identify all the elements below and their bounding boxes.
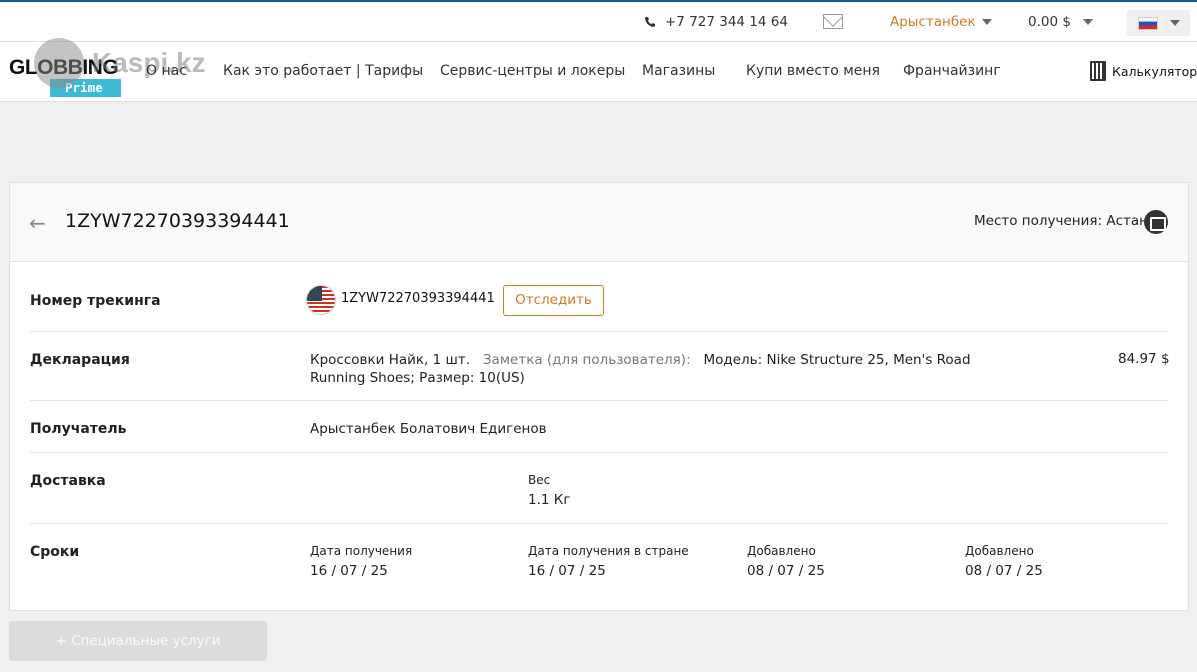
date-received-country-value: 16 / 07 / 25 [528, 563, 606, 579]
weight-value: 1.1 Кг [528, 492, 571, 508]
language-selector[interactable] [1127, 10, 1190, 36]
mail-icon[interactable] [823, 14, 843, 29]
pickup-location: Место получения: Астана [974, 213, 1157, 229]
calculator-link[interactable]: Калькулятор [1090, 61, 1197, 81]
declaration-price: 84.97 $ [1118, 351, 1170, 367]
date-added-label: Добавлено [965, 544, 1034, 558]
balance[interactable]: 0.00 $ [1028, 14, 1071, 30]
divider [30, 331, 1168, 332]
recipient-name: Арыстанбек Болатович Едигенов [310, 421, 547, 437]
track-button[interactable]: Отследить [503, 285, 604, 316]
date-added-value: 08 / 07 / 25 [747, 563, 825, 579]
parcel-card-header: ← 1ZYW72270393394441 Место получения: Ас… [10, 183, 1188, 262]
nav-item-shops[interactable]: Магазины [642, 63, 715, 79]
calculator-label: Калькулятор [1112, 63, 1197, 79]
logo-prime-badge: Prime [50, 79, 121, 97]
date-added-label: Добавлено [747, 544, 816, 558]
nav-item-how-it-works[interactable]: Как это работает | Тарифы [223, 63, 423, 79]
parcel-card: ← 1ZYW72270393394441 Место получения: Ас… [9, 182, 1189, 611]
weight-label: Вес [528, 473, 551, 487]
declaration-note-label: Заметка (для пользователя): [482, 352, 691, 368]
divider [30, 400, 1168, 401]
dates-label: Сроки [30, 544, 80, 560]
chevron-down-icon[interactable] [1083, 19, 1093, 25]
tracking-label: Номер трекинга [30, 293, 161, 309]
recipient-label: Получатель [30, 421, 127, 437]
tracking-number: 1ZYW72270393394441 [341, 291, 495, 306]
nav-item-franchise[interactable]: Франчайзинг [903, 63, 1001, 79]
top-bar: +7 727 344 14 64 Арыстанбек 0.00 $ [0, 0, 1197, 42]
pickup-point-icon [1144, 210, 1168, 234]
russia-flag-icon [1138, 17, 1158, 30]
declaration-label: Декларация [30, 352, 130, 368]
special-services-button[interactable]: + Специальные услуги [9, 621, 267, 661]
nav-item-buy-for-me[interactable]: Купи вместо меня [746, 63, 880, 79]
declaration-item: Кроссовки Найк, 1 шт. [310, 352, 471, 368]
usa-flag-icon [306, 285, 336, 315]
delivery-label: Доставка [30, 473, 106, 489]
chevron-down-icon [1170, 20, 1180, 26]
user-menu[interactable]: Арыстанбек [890, 14, 976, 30]
main-nav: GLOBBING Prime Kaspi.kz О нас Как это ра… [0, 38, 1197, 102]
date-received-label: Дата получения [310, 544, 413, 558]
calculator-icon [1090, 61, 1106, 81]
date-received-value: 16 / 07 / 25 [310, 563, 388, 579]
phone-icon [645, 17, 655, 27]
divider [30, 452, 1168, 453]
divider [30, 523, 1168, 524]
nav-item-about[interactable]: О нас [146, 63, 187, 79]
declaration-text: Кроссовки Найк, 1 шт. Заметка (для польз… [310, 351, 990, 387]
back-arrow-icon[interactable]: ← [29, 211, 46, 235]
date-added-value: 08 / 07 / 25 [965, 563, 1043, 579]
page-title: 1ZYW72270393394441 [65, 210, 290, 232]
nav-item-service-centers[interactable]: Сервис-центры и локеры [440, 63, 625, 79]
logo[interactable]: GLOBBING [9, 56, 119, 80]
phone-contact[interactable]: +7 727 344 14 64 [644, 14, 788, 30]
phone-number: +7 727 344 14 64 [665, 14, 788, 30]
date-received-country-label: Дата получения в стране [528, 544, 689, 558]
chevron-down-icon[interactable] [982, 19, 992, 25]
